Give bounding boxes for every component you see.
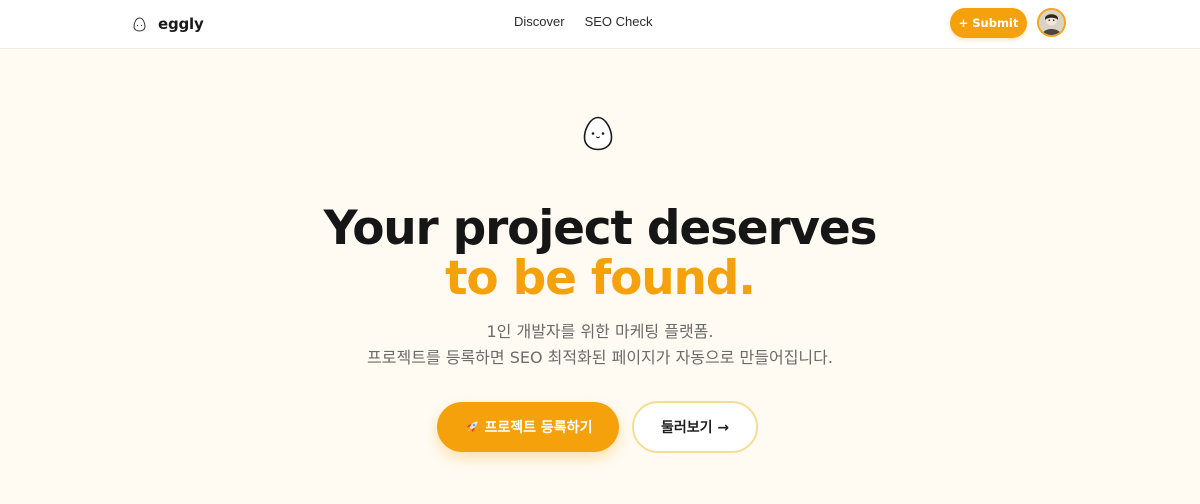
egg-mascot-icon bbox=[583, 116, 613, 151]
register-project-label: 프로젝트 등록하기 bbox=[484, 420, 593, 436]
hero-headline-line2: to be found. bbox=[445, 251, 756, 306]
hero-headline-line1: Your project deserves bbox=[323, 201, 878, 256]
nav-links: Discover SEO Check bbox=[514, 14, 653, 29]
browse-button[interactable]: 둘러보기 → bbox=[632, 401, 758, 453]
hero-subtitle-line2: 프로젝트를 등록하면 SEO 최적화된 페이지가 자동으로 만들어집니다. bbox=[367, 348, 833, 367]
brand-logo[interactable]: eggly bbox=[133, 12, 204, 36]
submit-button[interactable]: + Submit bbox=[950, 8, 1027, 38]
avatar-photo-icon bbox=[1039, 10, 1064, 35]
top-nav: eggly Discover SEO Check + Submit bbox=[0, 0, 1200, 49]
egg-logo-icon bbox=[133, 16, 146, 32]
nav-link-discover[interactable]: Discover bbox=[514, 14, 565, 29]
hero-subtitle-line1: 1인 개발자를 위한 마케팅 플랫폼. bbox=[486, 322, 714, 341]
rocket-icon bbox=[466, 421, 478, 432]
nav-link-seo-check[interactable]: SEO Check bbox=[585, 14, 653, 29]
register-project-button[interactable]: 프로젝트 등록하기 bbox=[437, 402, 619, 452]
avatar[interactable] bbox=[1037, 8, 1066, 37]
brand-name: eggly bbox=[158, 15, 204, 33]
